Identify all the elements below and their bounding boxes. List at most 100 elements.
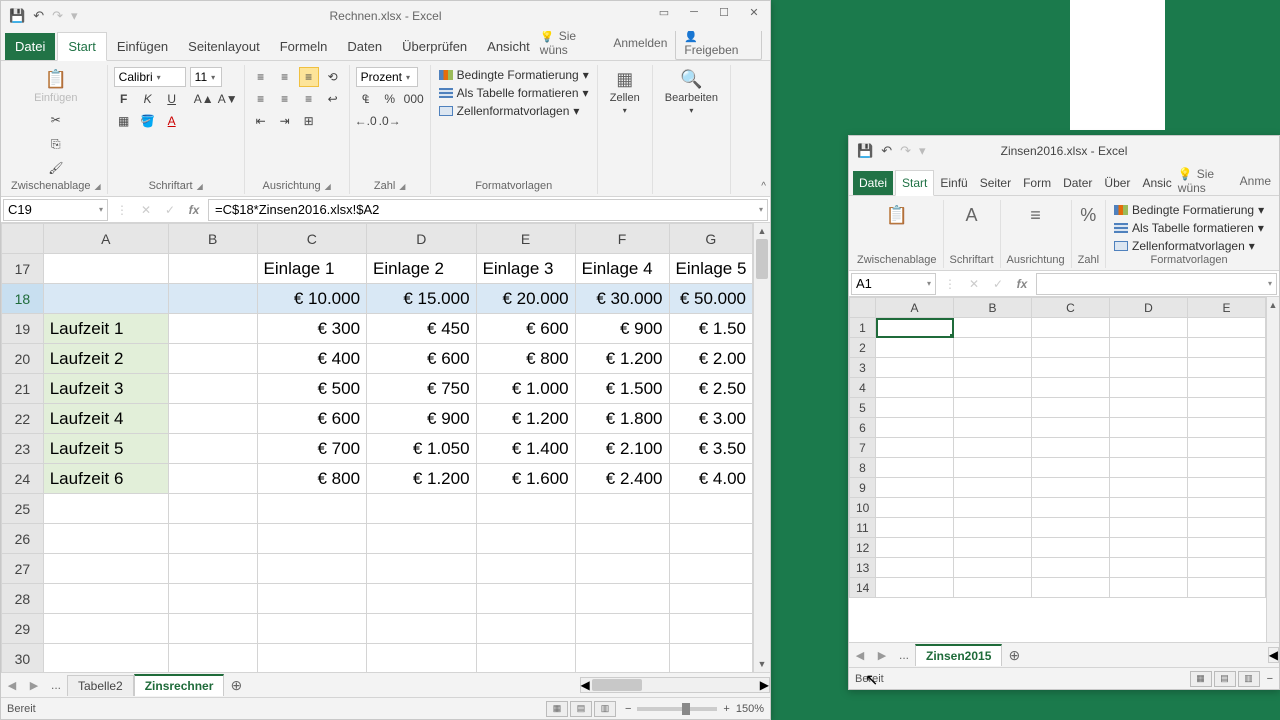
italic-icon[interactable]: K — [138, 89, 158, 109]
increase-decimal-icon[interactable]: ←.0 — [356, 111, 376, 131]
align-middle-icon[interactable]: ≡ — [275, 67, 295, 87]
tellme[interactable]: Sie wüns — [540, 29, 606, 57]
col-header[interactable]: A — [43, 224, 168, 254]
col-header[interactable]: E — [476, 224, 575, 254]
tab-file[interactable]: Datei — [5, 33, 55, 60]
font-name-combo[interactable]: Calibri — [114, 67, 186, 87]
collapse-ribbon-icon[interactable]: ^ — [761, 181, 766, 192]
sheet-overflow-icon[interactable]: ... — [893, 648, 915, 662]
maximize-icon[interactable]: ☐ — [710, 1, 738, 23]
row-header[interactable]: 5 — [850, 398, 876, 418]
save-icon[interactable]: 💾 — [9, 8, 25, 24]
cut-icon[interactable]: ✂ — [46, 110, 66, 130]
row-header[interactable]: 28 — [2, 584, 44, 614]
sheet-nav-next-icon[interactable]: ▶ — [871, 649, 893, 662]
wrap-text-icon[interactable]: ↩ — [323, 89, 343, 109]
cell-styles[interactable]: Zellenformatvorlagen ▾ — [1112, 238, 1266, 254]
sheet-nav-next-icon[interactable]: ▶ — [23, 679, 45, 692]
add-sheet-icon[interactable]: ⊕ — [1002, 647, 1026, 664]
qat-more-icon[interactable]: ▾ — [71, 8, 78, 24]
tab-review[interactable]: Über — [1098, 171, 1136, 195]
row-header[interactable]: 1 — [850, 318, 876, 338]
row-header[interactable]: 21 — [2, 374, 44, 404]
tab-layout[interactable]: Seiter — [974, 171, 1017, 195]
fill-color-icon[interactable]: 🪣 — [138, 111, 158, 131]
horizontal-scrollbar[interactable]: ◀ ▶ — [580, 677, 770, 693]
merge-icon[interactable]: ⊞ — [299, 111, 319, 131]
row-header[interactable]: 30 — [2, 644, 44, 673]
align-top-icon[interactable]: ≡ — [251, 67, 271, 87]
align-left-icon[interactable]: ≡ — [251, 89, 271, 109]
close-icon[interactable]: ✕ — [740, 1, 768, 23]
undo-icon[interactable]: ↶ — [33, 8, 44, 24]
row-header[interactable]: 10 — [850, 498, 876, 518]
ribbon-display-icon[interactable]: ▭ — [650, 1, 678, 23]
redo-icon[interactable]: ↷ — [900, 143, 911, 159]
editing-group[interactable]: 🔍 Bearbeiten▾ — [659, 67, 724, 117]
zoom-slider[interactable] — [637, 707, 717, 711]
row-header[interactable]: 8 — [850, 458, 876, 478]
percent-icon[interactable]: % — [380, 89, 400, 109]
row-header[interactable]: 12 — [850, 538, 876, 558]
col-header[interactable]: B — [954, 298, 1032, 318]
zoom-out-icon[interactable]: − — [1267, 673, 1273, 685]
col-header[interactable]: A — [876, 298, 954, 318]
bold-icon[interactable]: F — [114, 89, 134, 109]
sheet-tab-zinsrechner[interactable]: Zinsrechner — [134, 674, 225, 696]
tab-insert[interactable]: Einfügen — [107, 33, 178, 60]
align-group-icon[interactable]: ≡ — [1030, 202, 1041, 228]
fx-icon[interactable]: fx — [182, 203, 206, 217]
col-header[interactable]: C — [257, 224, 367, 254]
accounting-icon[interactable]: ₠ — [356, 89, 376, 109]
col-header[interactable]: F — [575, 224, 669, 254]
row-header[interactable]: 29 — [2, 614, 44, 644]
decrease-indent-icon[interactable]: ⇤ — [251, 111, 271, 131]
tab-start[interactable]: Start — [895, 170, 934, 196]
tab-review[interactable]: Überprüfen — [392, 33, 477, 60]
comma-icon[interactable]: 000 — [404, 89, 424, 109]
cells-group[interactable]: ▦ Zellen▾ — [604, 67, 646, 117]
horizontal-scrollbar[interactable]: ◀ — [1268, 647, 1279, 663]
clipboard-icon[interactable]: 📋 — [886, 202, 908, 228]
qat-more-icon[interactable]: ▾ — [919, 143, 926, 159]
align-right-icon[interactable]: ≡ — [299, 89, 319, 109]
tab-data[interactable]: Dater — [1057, 171, 1098, 195]
row-header[interactable]: 25 — [2, 494, 44, 524]
row-header[interactable]: 3 — [850, 358, 876, 378]
share-button[interactable]: Freigeben — [675, 26, 762, 60]
col-header[interactable]: G — [669, 224, 752, 254]
row-header[interactable]: 6 — [850, 418, 876, 438]
view-normal-icon[interactable]: ▦ — [546, 701, 568, 717]
view-page-icon[interactable]: ▤ — [1214, 671, 1236, 687]
row-header[interactable]: 2 — [850, 338, 876, 358]
zoom-out-icon[interactable]: − — [625, 703, 631, 715]
sheet-nav-prev-icon[interactable]: ◀ — [1, 679, 23, 692]
signin[interactable]: Anme — [1240, 174, 1271, 188]
row-header[interactable]: 7 — [850, 438, 876, 458]
row-header[interactable]: 23 — [2, 434, 44, 464]
format-painter-icon[interactable]: 🖌 — [46, 158, 66, 178]
vertical-scrollbar[interactable]: ▲ — [1266, 297, 1279, 642]
add-sheet-icon[interactable]: ⊕ — [224, 677, 248, 694]
font-color-icon[interactable]: A — [162, 111, 182, 131]
tab-formulas[interactable]: Formeln — [270, 33, 338, 60]
number-format-combo[interactable]: Prozent — [356, 67, 418, 87]
view-break-icon[interactable]: ▥ — [594, 701, 616, 717]
sheet-tab-zinsen2015[interactable]: Zinsen2015 — [915, 644, 1002, 666]
row-header[interactable]: 13 — [850, 558, 876, 578]
name-box[interactable]: C19 — [3, 199, 108, 221]
underline-icon[interactable]: U — [162, 89, 182, 109]
view-break-icon[interactable]: ▥ — [1238, 671, 1260, 687]
tab-view[interactable]: Ansic — [1136, 171, 1177, 195]
undo-icon[interactable]: ↶ — [881, 143, 892, 159]
font-group-icon[interactable]: A — [966, 202, 978, 228]
sheet-overflow-icon[interactable]: ... — [45, 678, 67, 692]
sheet-tab-tabelle2[interactable]: Tabelle2 — [67, 675, 134, 696]
col-header[interactable]: D — [367, 224, 477, 254]
tab-start[interactable]: Start — [57, 32, 106, 61]
zoom-level[interactable]: 150% — [736, 703, 764, 715]
zoom-in-icon[interactable]: + — [723, 703, 729, 715]
row-header[interactable]: 17 — [2, 254, 44, 284]
formula-input[interactable]: =C$18*Zinsen2016.xlsx!$A2 — [208, 199, 768, 221]
row-header[interactable]: 22 — [2, 404, 44, 434]
